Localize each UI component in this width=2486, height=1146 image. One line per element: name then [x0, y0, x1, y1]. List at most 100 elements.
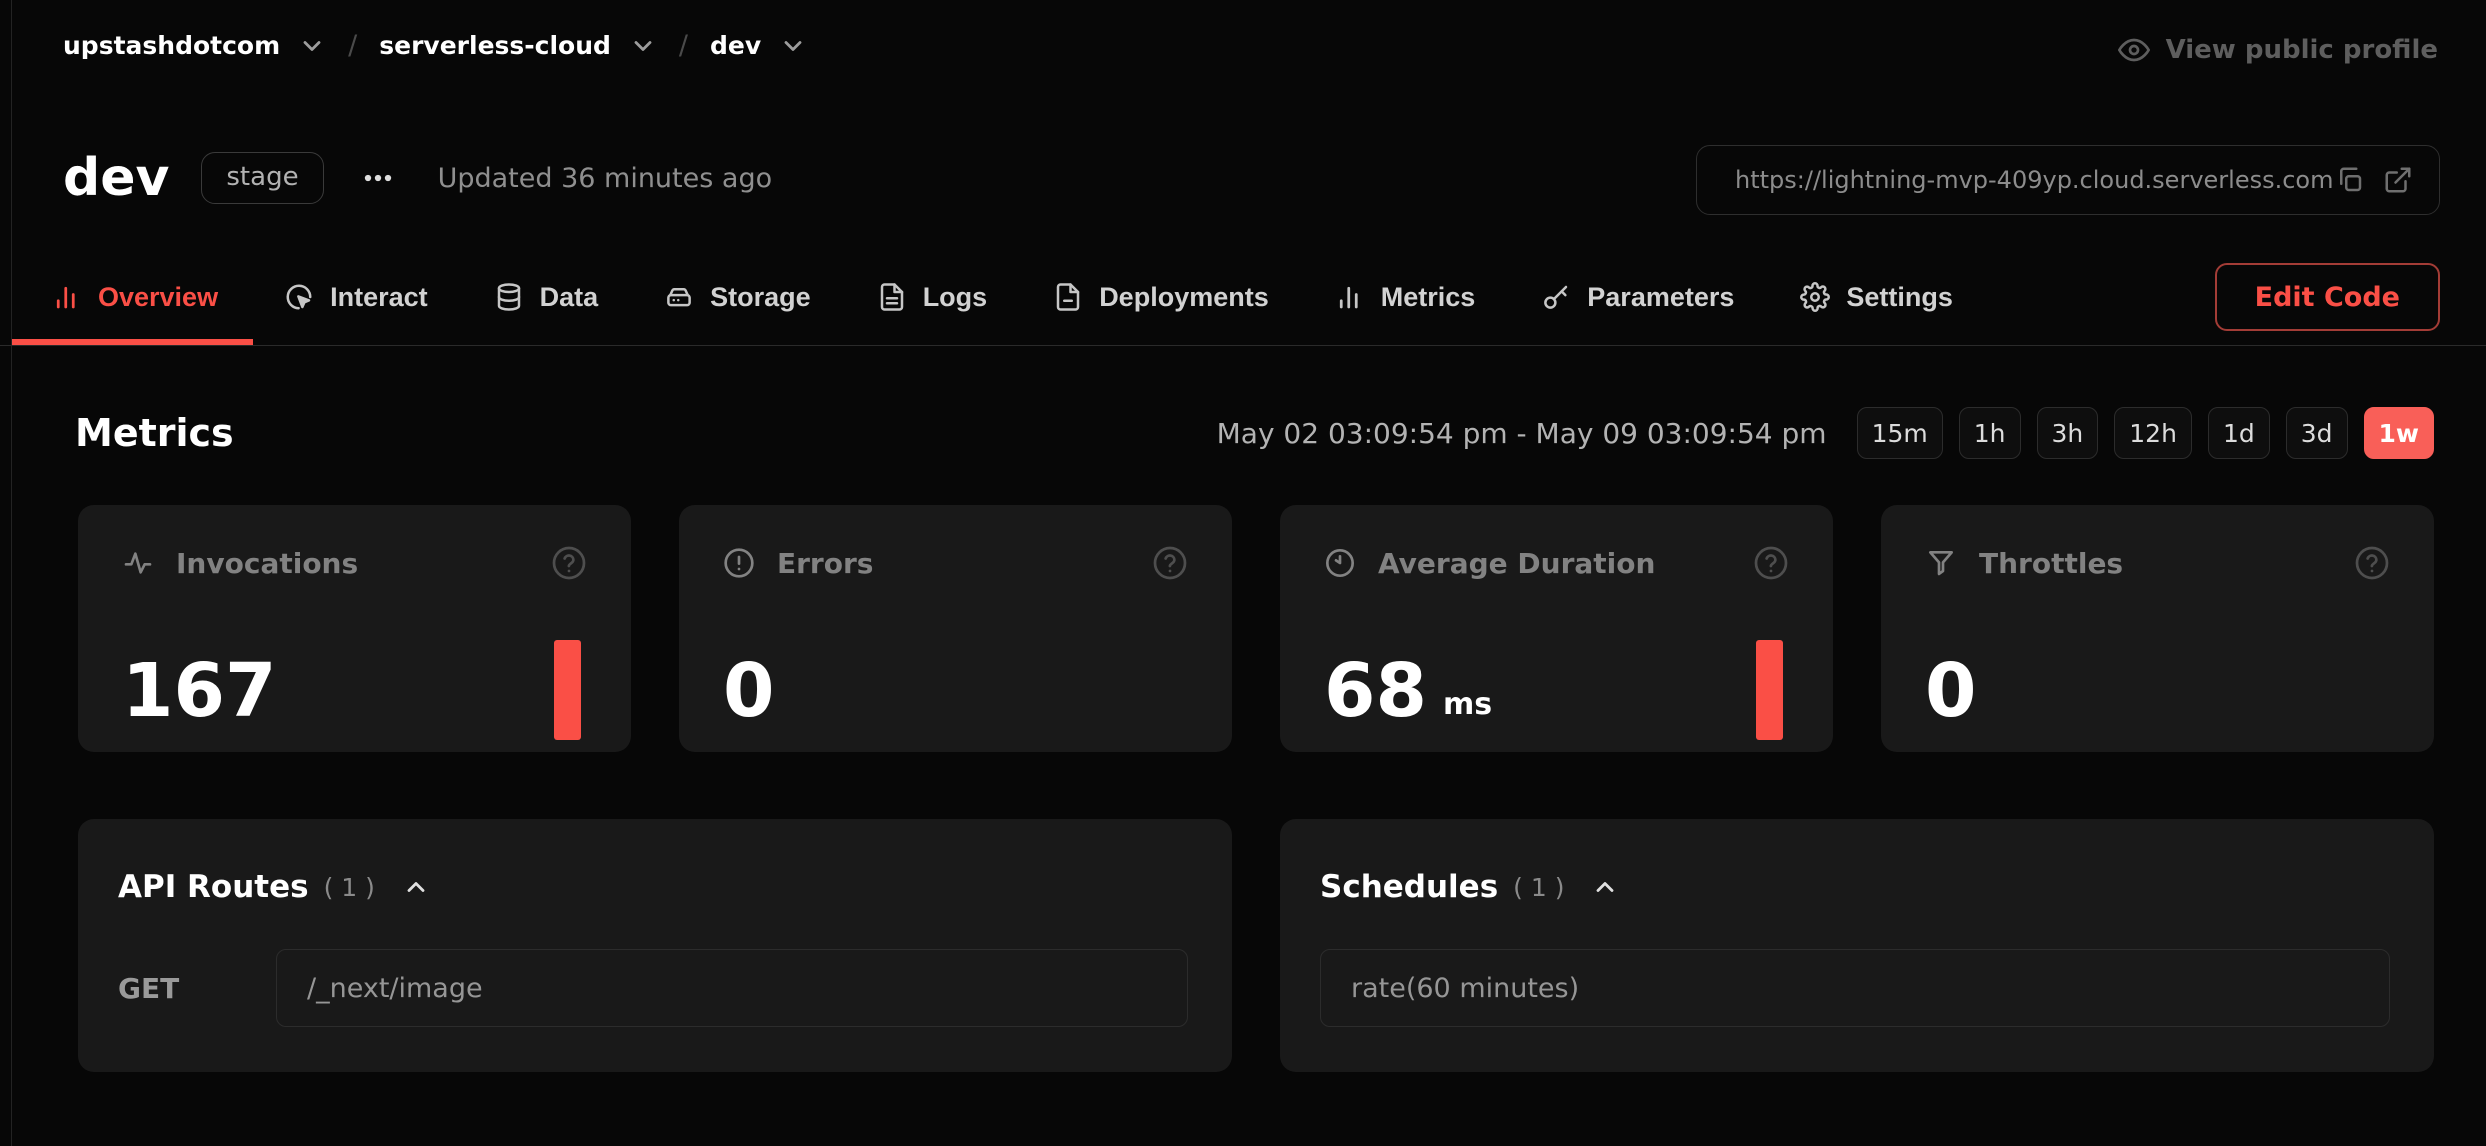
help-circle-icon [1152, 545, 1188, 581]
header: upstashdotcom / serverless-cloud / dev V… [0, 0, 2486, 346]
average-duration-card: Average Duration 68 ms [1280, 505, 1833, 752]
app-page: upstashdotcom / serverless-cloud / dev V… [0, 0, 2486, 1146]
instance-url-box[interactable]: https://lightning-mvp-409yp.cloud.server… [1696, 145, 2440, 215]
tab-data[interactable]: Data [494, 282, 599, 313]
card-label: Average Duration [1378, 547, 1655, 580]
range-button-1w[interactable]: 1w [2364, 407, 2435, 459]
copy-icon [2335, 165, 2365, 195]
breadcrumb: upstashdotcom / serverless-cloud / dev [63, 30, 807, 61]
stage-badge: stage [201, 152, 323, 204]
url-actions [2335, 165, 2413, 195]
range-button-15m[interactable]: 15m [1857, 407, 1943, 459]
file-minus-icon [1053, 282, 1083, 312]
help-button[interactable] [1753, 545, 1789, 581]
tab-storage-label: Storage [710, 282, 811, 313]
help-circle-icon [1753, 545, 1789, 581]
route-path-item[interactable]: /_next/image [276, 949, 1188, 1027]
tab-deployments-label: Deployments [1099, 282, 1269, 313]
edit-code-button[interactable]: Edit Code [2215, 263, 2440, 331]
tab-settings-label: Settings [1846, 282, 1953, 313]
metric-cards: Invocations 167 Errors [78, 505, 2434, 752]
copy-url-button[interactable] [2335, 165, 2365, 195]
range-button-3h[interactable]: 3h [2037, 407, 2099, 459]
errors-card: Errors 0 [679, 505, 1232, 752]
breadcrumb-instance-label: dev [710, 31, 761, 60]
range-button-3d[interactable]: 3d [2286, 407, 2348, 459]
tab-overview-label: Overview [98, 282, 218, 313]
card-label: Throttles [1979, 547, 2123, 580]
errors-value: 0 [723, 656, 775, 726]
range-button-1d[interactable]: 1d [2208, 407, 2270, 459]
stage-header-row: dev stage Updated 36 minutes ago [63, 140, 772, 216]
bar-chart-icon [52, 282, 82, 312]
schedule-item[interactable]: rate(60 minutes) [1320, 949, 2390, 1027]
breadcrumb-app-label: serverless-cloud [379, 31, 611, 60]
tab-interact-label: Interact [330, 282, 428, 313]
average-duration-unit: ms [1443, 691, 1492, 727]
open-url-button[interactable] [2383, 165, 2413, 195]
invocations-value: 167 [122, 656, 276, 726]
breadcrumb-app[interactable]: serverless-cloud [379, 31, 657, 60]
chevron-up-icon [402, 873, 430, 901]
view-public-profile-link[interactable]: View public profile [2118, 34, 2438, 66]
tab-settings[interactable]: Settings [1800, 282, 1953, 313]
external-link-icon [2383, 165, 2413, 195]
range-button-1h[interactable]: 1h [1959, 407, 2021, 459]
eye-icon [2118, 34, 2150, 66]
card-value-row: 68 ms [1324, 656, 1789, 726]
tab-data-label: Data [540, 282, 599, 313]
bottom-panels: API Routes ( 1 ) GET /_next/image Schedu… [78, 819, 2434, 1072]
activity-icon [122, 547, 154, 579]
card-value-row: 167 [122, 656, 587, 726]
chevron-down-icon [298, 32, 326, 60]
breadcrumb-instance[interactable]: dev [710, 31, 807, 60]
card-header: Throttles [1925, 545, 2390, 581]
schedules-collapse-button[interactable] [1591, 873, 1619, 901]
stage-title: dev [63, 152, 169, 204]
help-button[interactable] [2354, 545, 2390, 581]
more-menu-button[interactable] [358, 158, 398, 198]
throttles-value: 0 [1925, 656, 1977, 726]
api-route-row: GET /_next/image [118, 949, 1188, 1027]
chevron-up-icon [1591, 873, 1619, 901]
help-button[interactable] [551, 545, 587, 581]
help-button[interactable] [1152, 545, 1188, 581]
tab-parameters[interactable]: Parameters [1541, 282, 1734, 313]
card-header: Errors [723, 545, 1188, 581]
breadcrumb-org-label: upstashdotcom [63, 31, 280, 60]
database-icon [494, 282, 524, 312]
tab-overview[interactable]: Overview [52, 282, 218, 313]
schedules-header: Schedules ( 1 ) [1320, 869, 2390, 905]
time-range-controls: May 02 03:09:54 pm - May 09 03:09:54 pm … [1217, 407, 2434, 459]
alert-circle-icon [723, 547, 755, 579]
tab-metrics[interactable]: Metrics [1335, 282, 1476, 313]
chevron-down-icon [779, 32, 807, 60]
breadcrumb-org[interactable]: upstashdotcom [63, 31, 326, 60]
tab-interact[interactable]: Interact [284, 282, 428, 313]
route-method: GET [118, 972, 276, 1005]
schedules-count: ( 1 ) [1513, 873, 1564, 902]
tab-logs[interactable]: Logs [877, 282, 988, 313]
api-routes-collapse-button[interactable] [402, 873, 430, 901]
tab-storage[interactable]: Storage [664, 282, 811, 313]
throttles-card: Throttles 0 [1881, 505, 2434, 752]
range-button-12h[interactable]: 12h [2114, 407, 2192, 459]
card-header: Average Duration [1324, 545, 1789, 581]
instance-url: https://lightning-mvp-409yp.cloud.server… [1735, 166, 2335, 194]
clock-icon [1324, 547, 1356, 579]
active-tab-underline [12, 339, 253, 345]
breadcrumb-separator: / [679, 30, 688, 61]
tab-parameters-label: Parameters [1587, 282, 1734, 313]
tab-deployments[interactable]: Deployments [1053, 282, 1269, 313]
gear-icon [1800, 282, 1830, 312]
help-circle-icon [2354, 545, 2390, 581]
ellipsis-icon [358, 158, 398, 198]
chevron-down-icon [629, 32, 657, 60]
main-content: Metrics May 02 03:09:54 pm - May 09 03:0… [0, 347, 2486, 1146]
tab-metrics-label: Metrics [1381, 282, 1476, 313]
metrics-header: Metrics May 02 03:09:54 pm - May 09 03:0… [75, 407, 2434, 459]
tab-logs-label: Logs [923, 282, 988, 313]
route-path: /_next/image [307, 973, 483, 1004]
tab-bar: Overview Interact Data Storage Logs Depl [52, 249, 2440, 345]
average-duration-mini-bar [1756, 640, 1783, 740]
